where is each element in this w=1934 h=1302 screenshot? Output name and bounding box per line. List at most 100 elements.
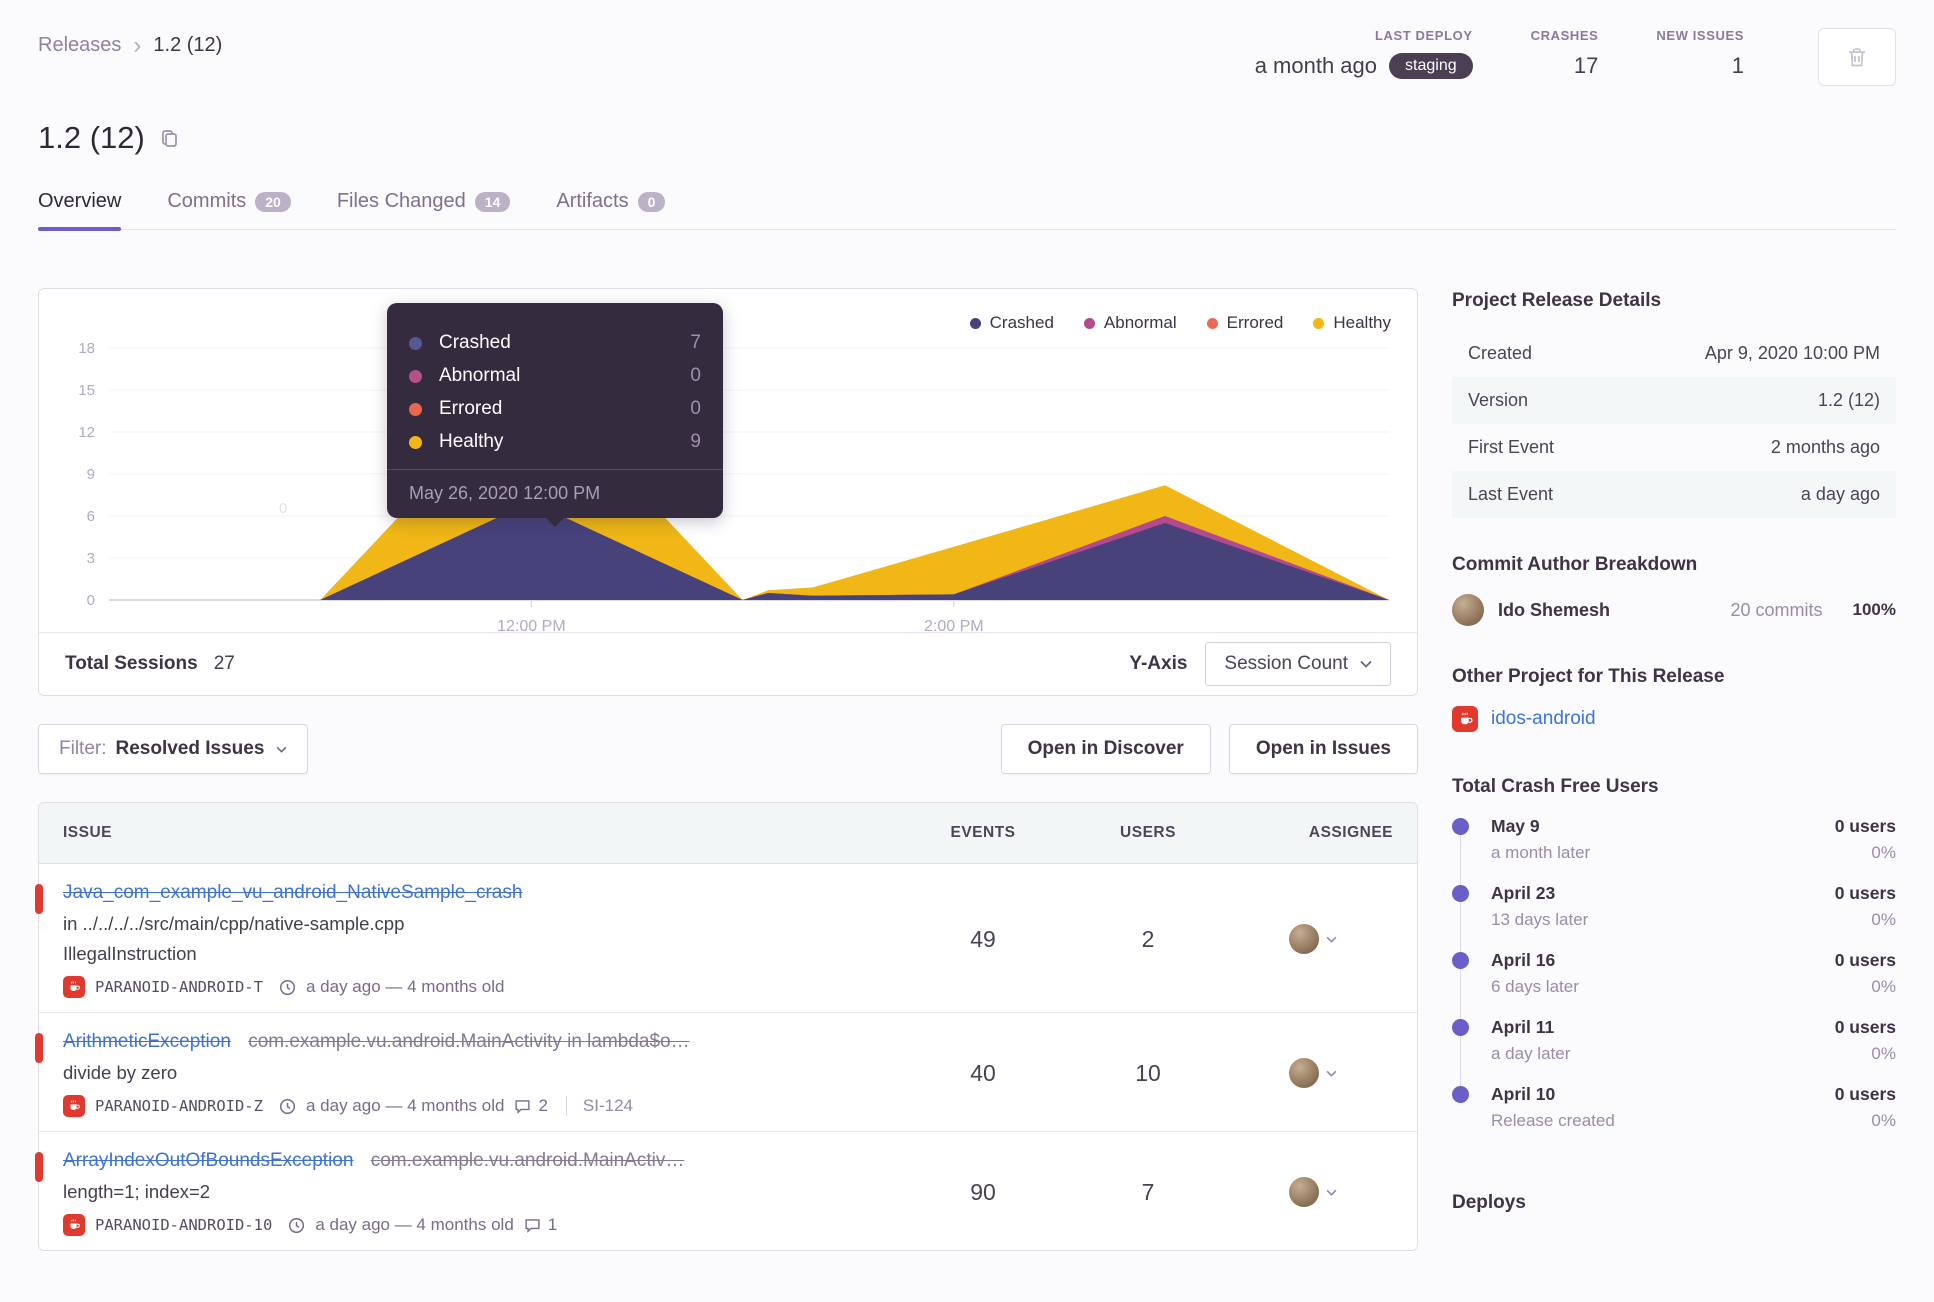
release-details-heading: Project Release Details [1452, 290, 1662, 311]
column-issue: ISSUE [63, 824, 113, 841]
tab[interactable]: Commits 20 [167, 190, 291, 229]
yaxis-selected-value: Session Count [1224, 653, 1348, 674]
clock-icon [288, 1217, 305, 1234]
release-sidebar: Project Release Details Created Apr 9, 2… [1452, 288, 1896, 1232]
issue-culprit: com.example.vu.android.MainActivity in l… [248, 1031, 690, 1052]
commit-authors-heading: Commit Author Breakdown [1452, 554, 1698, 575]
timeline-percent: 0% [1871, 843, 1896, 862]
stat-label: NEW ISSUES [1656, 28, 1744, 43]
issue-title-link[interactable]: ArrayIndexOutOfBoundsException [63, 1150, 353, 1171]
project-slug[interactable]: PARANOID-ANDROID-10 [95, 1216, 272, 1234]
timeline-entry: May 9 a month later 0 users 0% [1452, 816, 1896, 868]
tab-label: Overview [38, 190, 122, 212]
timeline-subtitle: 13 days later [1491, 910, 1589, 929]
tab-count-badge: 20 [255, 191, 291, 212]
page-header: Releases › 1.2 (12) LAST DEPLOY a month … [0, 0, 1934, 231]
open-in-discover-button[interactable]: Open in Discover [1000, 724, 1211, 774]
timeline-date: April 10 [1491, 1084, 1556, 1104]
issues-filter-dropdown[interactable]: Filter: Resolved Issues [38, 724, 309, 774]
tab-label: Files Changed [336, 190, 466, 212]
java-project-icon [63, 1095, 85, 1117]
users-count: 7 [1141, 1178, 1155, 1205]
project-slug[interactable]: PARANOID-ANDROID-Z [95, 1097, 263, 1115]
issue-title-link[interactable]: ArithmeticException [63, 1031, 231, 1052]
tab[interactable]: Artifacts 0 [556, 190, 666, 229]
stat-new-issues: NEW ISSUES 1 [1656, 28, 1744, 79]
tab[interactable]: Overview [38, 190, 122, 231]
series-dot-icon [409, 435, 422, 449]
assignee-dropdown[interactable] [1233, 880, 1393, 998]
svg-text:15: 15 [78, 382, 95, 399]
project-slug[interactable]: PARANOID-ANDROID-T [95, 978, 263, 996]
page-title: 1.2 (12) [38, 120, 145, 155]
delete-release-button[interactable] [1818, 28, 1896, 86]
tooltip-date: May 26, 2020 12:00 PM [409, 483, 601, 503]
users-count: 2 [1141, 925, 1155, 952]
yaxis-select[interactable]: Session Count [1205, 642, 1391, 686]
legend-label: Healthy [1333, 313, 1391, 332]
tooltip-series-value: 0 [690, 398, 701, 419]
column-users: USERS [1120, 824, 1176, 841]
legend-item[interactable]: Healthy [1313, 313, 1391, 333]
sessions-area-chart[interactable]: 0 3 6 9 12 15 18 0 12:00 PM 2:00 PM [59, 289, 1399, 633]
breadcrumb-releases[interactable]: Releases [38, 34, 121, 57]
tab[interactable]: Files Changed 14 [337, 190, 511, 229]
trash-icon [1845, 45, 1869, 69]
timeline-date: April 11 [1491, 1017, 1555, 1037]
series-dot-icon [409, 369, 422, 383]
assignee-dropdown[interactable] [1233, 1029, 1393, 1117]
chevron-down-icon [1326, 936, 1337, 943]
tab-bar: Overview Commits 20 Files Changed 14 Art… [38, 190, 1896, 231]
tooltip-series-label: Abnormal [439, 365, 521, 386]
filter-value: Resolved Issues [115, 738, 265, 759]
comment-bubble-icon [525, 1218, 540, 1233]
timeline-percent: 0% [1871, 1044, 1896, 1063]
users-count: 10 [1135, 1059, 1161, 1086]
other-project-heading: Other Project for This Release [1452, 666, 1725, 687]
tooltip-series-label: Errored [439, 398, 503, 419]
java-project-icon [63, 1214, 85, 1236]
timeline-subtitle: Release created [1491, 1111, 1615, 1130]
assignee-dropdown[interactable] [1233, 1148, 1393, 1236]
issue-title-link[interactable]: Java_com_example_vu_android_NativeSample… [63, 882, 522, 903]
legend-item[interactable]: Abnormal [1083, 313, 1177, 333]
crash-free-heading: Total Crash Free Users [1452, 776, 1659, 797]
tooltip-row: Crashed 7 [409, 332, 701, 354]
other-project-link[interactable]: idos-android [1491, 708, 1596, 730]
other-project-row[interactable]: idos-android [1452, 706, 1896, 732]
timeline-subtitle: 6 days later [1491, 977, 1579, 996]
table-row: Java_com_example_vu_android_NativeSample… [35, 864, 1417, 1013]
open-in-issues-button[interactable]: Open in Issues [1228, 724, 1418, 774]
svg-text:2:00 PM: 2:00 PM [924, 618, 984, 633]
legend-item[interactable]: Crashed [969, 313, 1054, 333]
breadcrumb: Releases › 1.2 (12) [38, 33, 222, 57]
issue-age: a day ago — 4 months old [305, 977, 505, 996]
stat-last-deploy: LAST DEPLOY a month ago staging [1255, 28, 1473, 79]
timeline-users: 0 users [1834, 950, 1896, 970]
table-row: ArrayIndexOutOfBoundsException com.examp… [35, 1132, 1417, 1250]
comments-count[interactable]: 1 [524, 1215, 557, 1235]
legend-item[interactable]: Errored [1206, 313, 1283, 333]
svg-text:12:00 PM: 12:00 PM [497, 618, 565, 633]
svg-text:0: 0 [279, 500, 287, 517]
error-level-indicator [35, 884, 43, 914]
release-details-table: Created Apr 9, 2020 10:00 PM Version 1.2… [1452, 330, 1896, 518]
detail-value: 2 months ago [1770, 437, 1880, 457]
sessions-chart-panel: 0 3 6 9 12 15 18 0 12:00 PM 2:00 PM Crashed Abnor… [38, 288, 1418, 696]
timeline-entry: April 11 a day later 0 users 0% [1452, 1017, 1896, 1069]
author-avatar [1452, 594, 1484, 626]
comments-count[interactable]: 2 [514, 1096, 548, 1116]
timeline-subtitle: a month later [1491, 843, 1591, 862]
series-dot-icon [409, 336, 422, 350]
author-commit-count: 20 commits [1730, 599, 1823, 620]
chart-tooltip: Crashed 7 Abnormal 0 Errored 0 Healthy 9… [387, 303, 723, 527]
copy-icon[interactable] [159, 128, 180, 149]
stat-label: LAST DEPLOY [1375, 28, 1473, 43]
author-percent: 100% [1852, 600, 1896, 619]
linked-ticket[interactable]: SI-124 [565, 1096, 633, 1116]
header-stats: LAST DEPLOY a month ago staging CRASHES … [1255, 28, 1896, 86]
java-project-icon [63, 976, 85, 998]
comment-bubble-icon [515, 1099, 531, 1114]
tab-label: Commits [167, 190, 247, 212]
timeline-entry: April 10 Release created 0 users 0% [1452, 1084, 1896, 1136]
